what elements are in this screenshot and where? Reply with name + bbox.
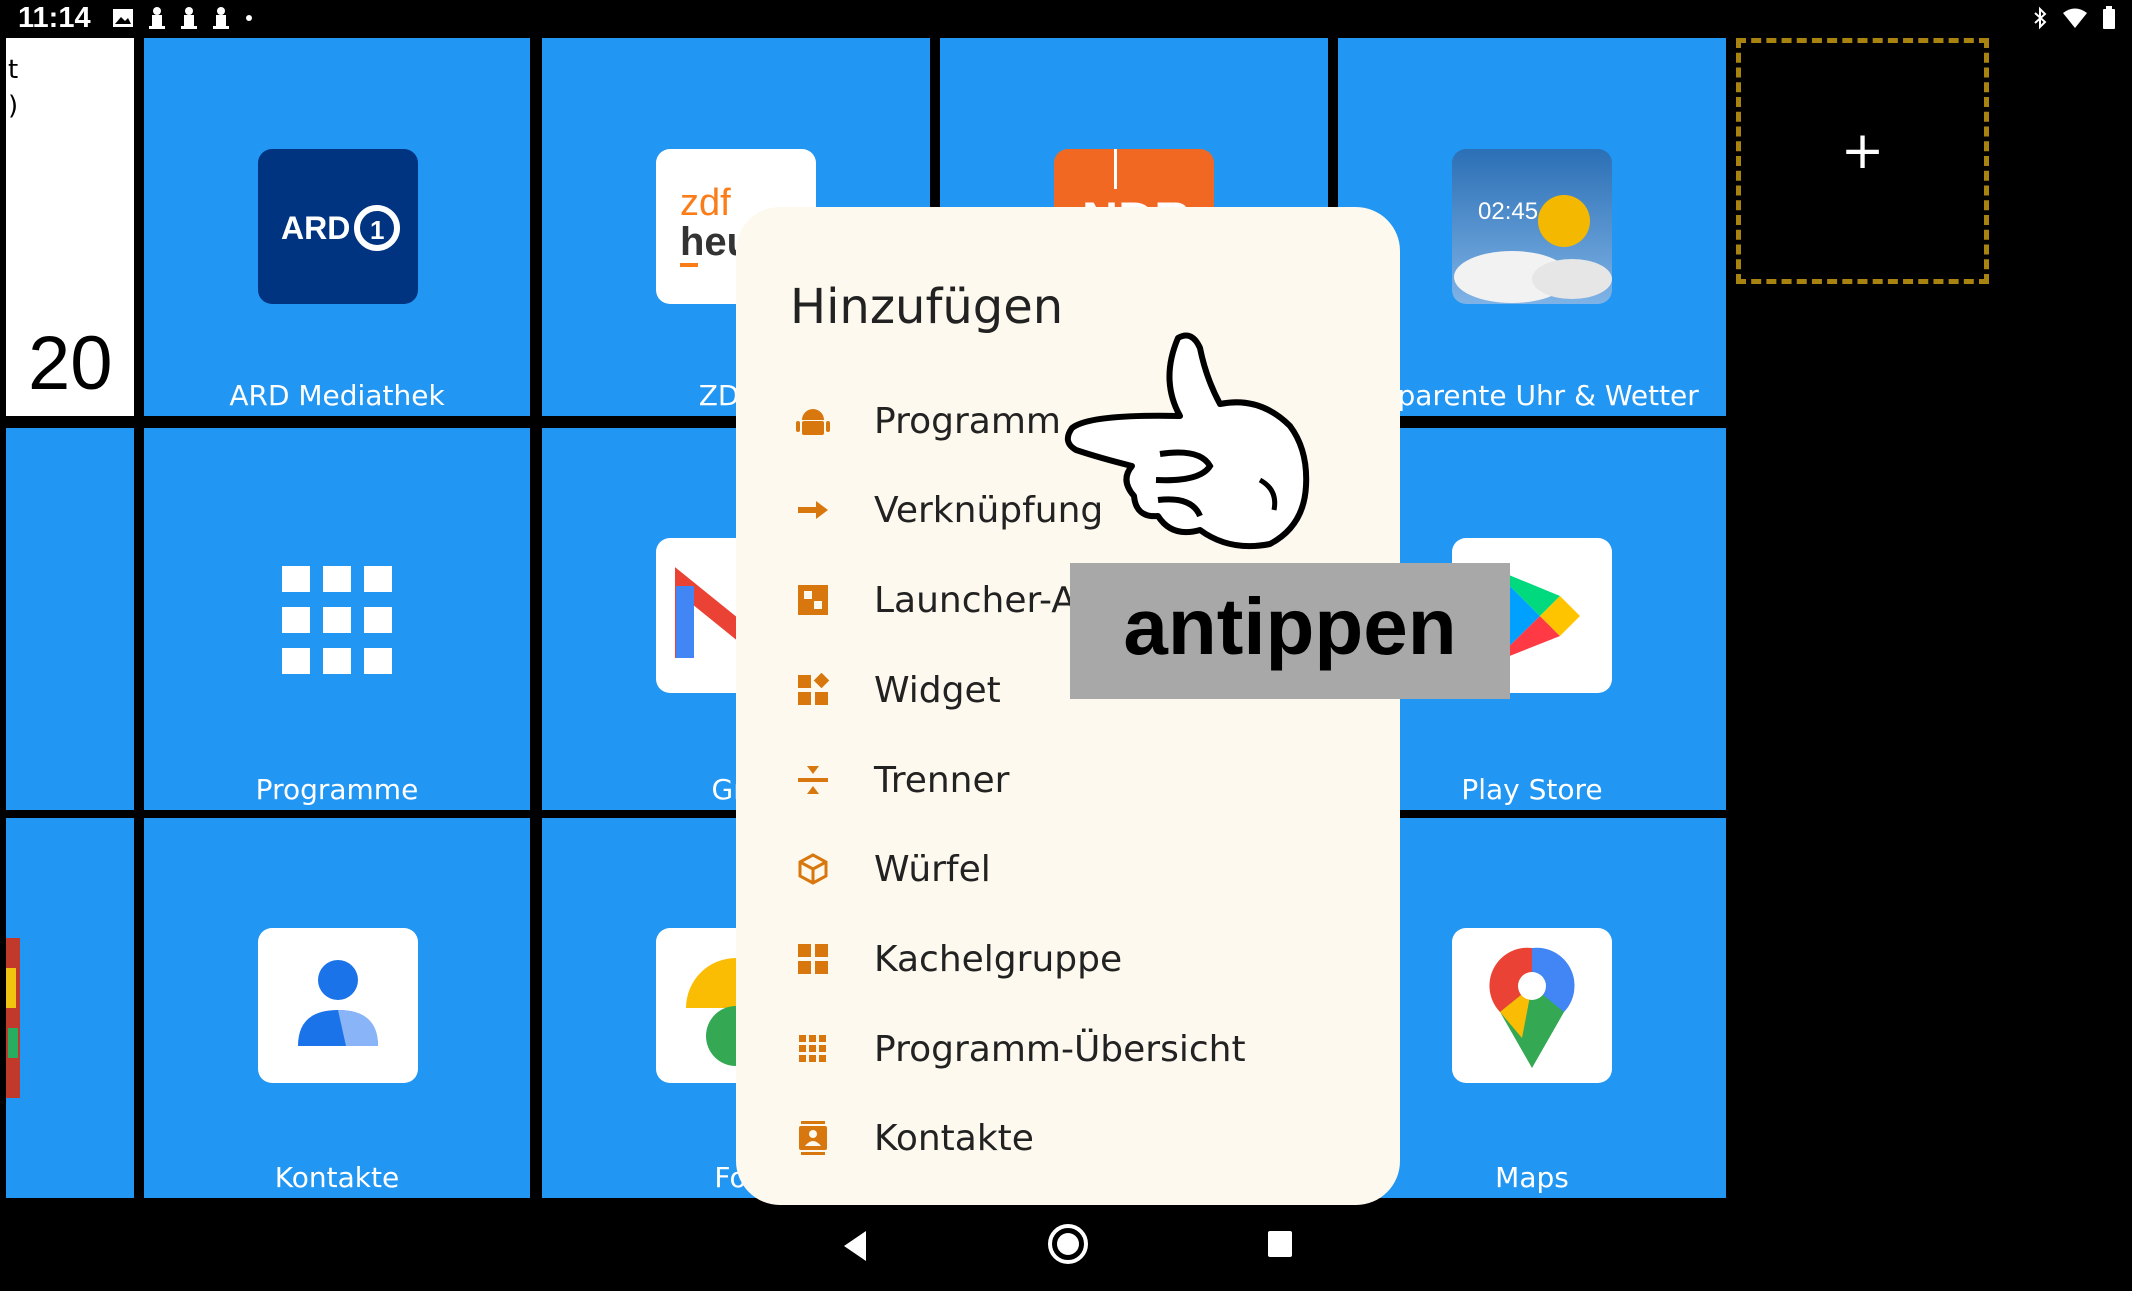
widget-icon [796, 673, 830, 707]
clock-widget-tile[interactable]: t ) 20 [6, 38, 134, 416]
notification-icon [181, 7, 197, 29]
menu-label: Programm [874, 400, 1061, 442]
svg-text:1: 1 [370, 215, 384, 245]
tile-group-icon [796, 942, 830, 976]
navigation-bar [0, 1205, 2132, 1291]
menu-item-wuerfel[interactable]: Würfel [736, 829, 1400, 909]
tile-label: Programme [255, 773, 419, 806]
instruction-label: antippen [1070, 563, 1510, 699]
clock-widget-text: t ) [8, 55, 19, 121]
separator-icon [796, 763, 830, 797]
status-time: 11:14 [18, 2, 91, 34]
menu-item-programm-uebersicht[interactable]: Programm-Übersicht [736, 1009, 1400, 1089]
plus-icon: + [1840, 121, 1885, 181]
dot-icon [246, 15, 252, 21]
menu-item-trenner[interactable]: Trenner [736, 740, 1400, 820]
tile-programme[interactable]: Programme [144, 428, 530, 810]
bluetooth-icon [2034, 6, 2047, 30]
tile-label: Kontakte [274, 1161, 400, 1194]
partial-app-icon [6, 938, 20, 1098]
android-icon [796, 404, 830, 438]
image-icon [113, 9, 133, 27]
menu-item-kontakte[interactable]: Kontakte [736, 1098, 1400, 1178]
menu-item-kachelgruppe[interactable]: Kachelgruppe [736, 919, 1400, 999]
back-icon[interactable] [840, 1229, 870, 1263]
app-overview-icon [796, 1032, 830, 1066]
tile-partial-left-row2[interactable] [6, 428, 134, 810]
home-icon[interactable] [1047, 1223, 1089, 1265]
clock-widget-number: 20 [28, 321, 113, 406]
svg-text:ARD: ARD [281, 210, 350, 246]
menu-label: Kachelgruppe [874, 938, 1123, 980]
weather-clock-icon: 02:45 [1452, 149, 1612, 304]
contact-card-icon [796, 1121, 830, 1155]
status-icons-left [112, 6, 254, 30]
menu-label: Launcher-A [874, 579, 1076, 621]
status-icons-right [2032, 6, 2116, 30]
svg-text:02:45: 02:45 [1478, 198, 1538, 225]
launcher-action-icon [796, 583, 830, 617]
svg-text:zdf: zdf [680, 182, 731, 224]
menu-label: Trenner [874, 759, 1010, 801]
battery-icon [2103, 6, 2115, 29]
pointing-hand-icon [1060, 330, 1340, 564]
app-grid-icon [282, 566, 392, 674]
menu-label: Würfel [874, 848, 991, 890]
cube-icon [796, 852, 830, 886]
notification-icon [149, 7, 165, 29]
recents-icon[interactable] [1266, 1229, 1294, 1259]
tile-kontakte[interactable]: Kontakte [144, 818, 530, 1198]
menu-label: Programm-Übersicht [874, 1028, 1246, 1070]
wifi-icon [2063, 8, 2087, 28]
contacts-icon [258, 928, 418, 1083]
tile-label: ARD Mediathek [229, 379, 445, 412]
arrow-right-icon [796, 493, 830, 527]
instruction-text: antippen [1123, 582, 1457, 671]
tile-partial-left-row3[interactable] [6, 818, 134, 1198]
maps-icon [1452, 928, 1612, 1083]
ard-logo-icon: ARD 1 [258, 149, 418, 304]
tile-ard-mediathek[interactable]: ARD 1 ARD Mediathek [144, 38, 530, 416]
menu-label: Widget [874, 669, 1001, 711]
status-bar: 11:14 [0, 0, 2132, 36]
menu-label: Kontakte [874, 1117, 1034, 1159]
popup-title: Hinzufügen [790, 279, 1064, 335]
notification-icon [213, 7, 229, 29]
add-tile-placeholder[interactable]: + [1736, 38, 1989, 284]
